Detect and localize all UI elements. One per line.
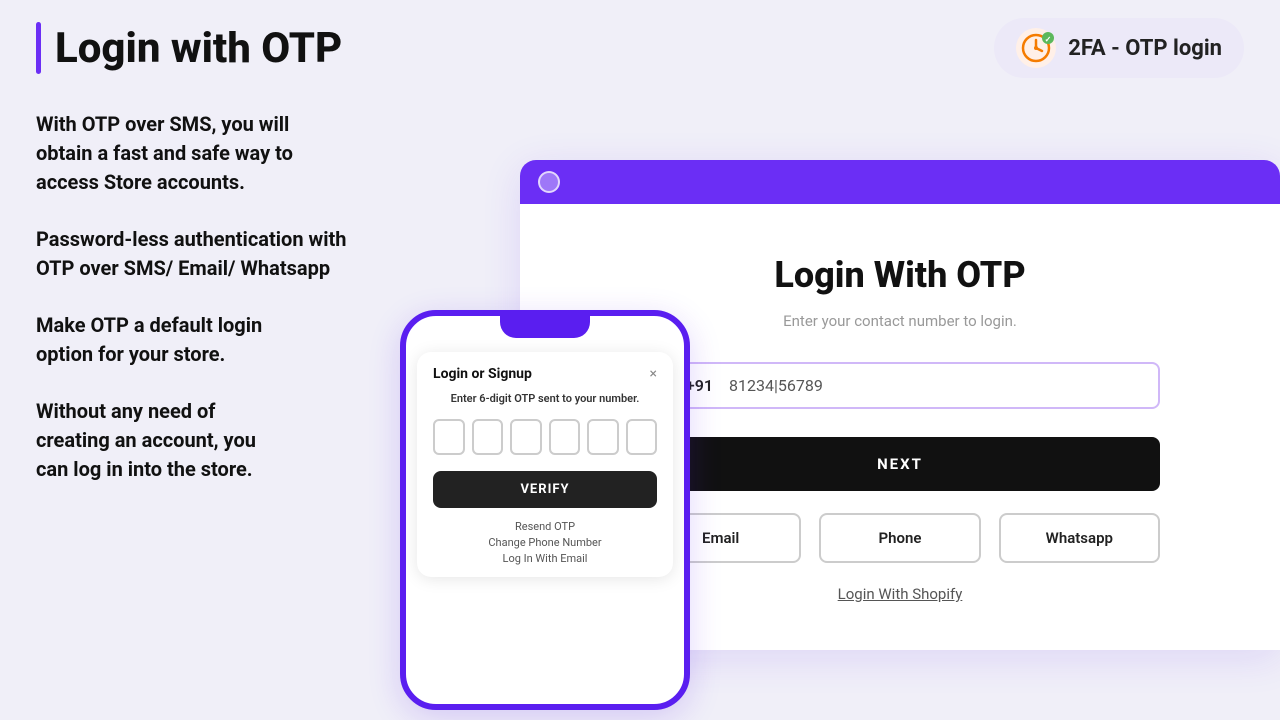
otp-box-2[interactable] bbox=[472, 419, 504, 455]
otp-boxes[interactable] bbox=[433, 419, 657, 455]
phone-number-value[interactable]: 81234|56789 bbox=[729, 376, 1140, 395]
phone-modal-title: Login or Signup bbox=[433, 366, 532, 382]
header: Login with OTP ✓ 2FA - OTP login bbox=[0, 0, 1280, 88]
browser-panel-subtitle: Enter your contact number to login. bbox=[783, 312, 1017, 330]
title-bar-accent bbox=[36, 22, 41, 74]
browser-circle-btn bbox=[538, 171, 560, 193]
brand-label: 2FA - OTP login bbox=[1068, 36, 1222, 61]
otp-box-6[interactable] bbox=[626, 419, 658, 455]
feature-text-1: With OTP over SMS, you willobtain a fast… bbox=[36, 110, 506, 197]
login-options: Email Phone Whatsapp bbox=[640, 513, 1160, 563]
otp-box-1[interactable] bbox=[433, 419, 465, 455]
resend-otp-link[interactable]: Resend OTP bbox=[515, 520, 575, 533]
phone-modal: Login or Signup × Enter 6-digit OTP sent… bbox=[417, 352, 673, 577]
phone-modal-links: Resend OTP Change Phone Number Log In Wi… bbox=[433, 520, 657, 565]
browser-bar bbox=[520, 160, 1280, 204]
phone-mockup: Login or Signup × Enter 6-digit OTP sent… bbox=[400, 310, 690, 710]
phone-modal-subtitle: Enter 6-digit OTP sent to your number. bbox=[433, 392, 657, 405]
whatsapp-login-btn[interactable]: Whatsapp bbox=[999, 513, 1160, 563]
feature-text-2: Password-less authentication withOTP ove… bbox=[36, 225, 506, 283]
phone-modal-close-btn[interactable]: × bbox=[650, 366, 657, 382]
brand-icon: ✓ bbox=[1016, 28, 1056, 68]
next-button[interactable]: NEXT bbox=[640, 437, 1160, 491]
otp-box-4[interactable] bbox=[549, 419, 581, 455]
page-title: Login with OTP bbox=[55, 24, 342, 73]
otp-box-3[interactable] bbox=[510, 419, 542, 455]
verify-button[interactable]: VERIFY bbox=[433, 471, 657, 508]
change-phone-link[interactable]: Change Phone Number bbox=[488, 536, 601, 549]
phone-modal-header: Login or Signup × bbox=[433, 366, 657, 382]
shopify-login-link[interactable]: Login With Shopify bbox=[838, 585, 963, 603]
brand-badge: ✓ 2FA - OTP login bbox=[994, 18, 1244, 78]
phone-login-btn[interactable]: Phone bbox=[819, 513, 980, 563]
login-email-link[interactable]: Log In With Email bbox=[503, 552, 588, 565]
phone-input-row[interactable]: 🇮🇳 +91 81234|56789 bbox=[640, 362, 1160, 409]
browser-panel-title: Login With OTP bbox=[774, 254, 1025, 296]
page-title-wrapper: Login with OTP bbox=[36, 22, 342, 74]
phone-notch bbox=[500, 316, 590, 338]
otp-box-5[interactable] bbox=[587, 419, 619, 455]
svg-text:✓: ✓ bbox=[1045, 35, 1052, 44]
